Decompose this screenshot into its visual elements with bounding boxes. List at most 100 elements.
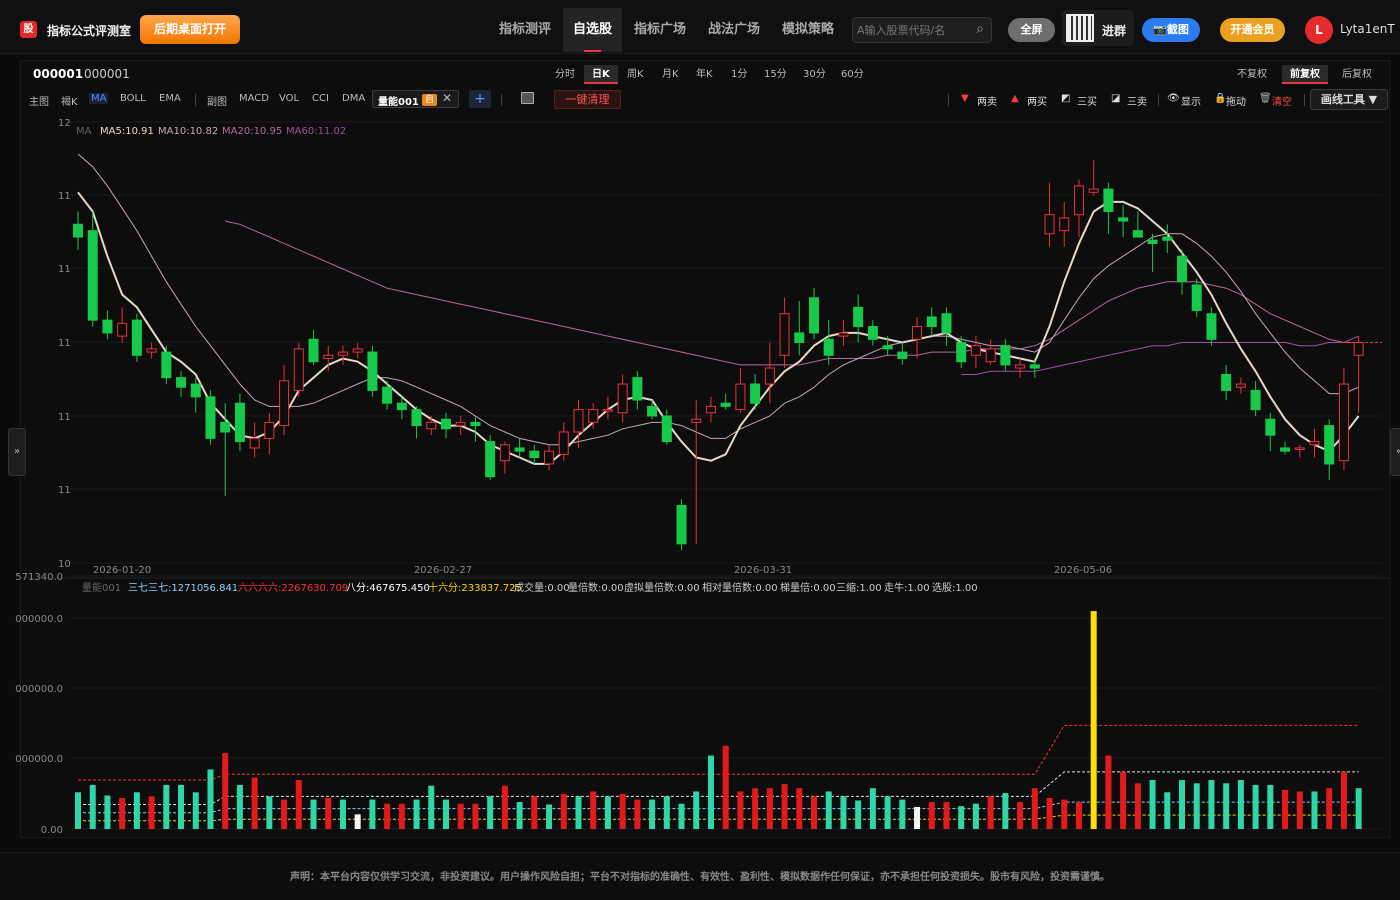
candle[interactable]: [1324, 419, 1335, 480]
candle[interactable]: [794, 300, 805, 356]
candle[interactable]: [367, 345, 378, 397]
candle[interactable]: [382, 380, 393, 410]
candle[interactable]: [1265, 412, 1276, 452]
candle[interactable]: [411, 406, 422, 439]
volume-bar[interactable]: [384, 803, 391, 829]
volume-bar[interactable]: [1090, 611, 1097, 829]
volume-bar[interactable]: [1017, 802, 1024, 829]
candle[interactable]: [764, 342, 775, 404]
volume-bar[interactable]: [251, 777, 258, 829]
candle[interactable]: [73, 211, 83, 250]
volume-bar[interactable]: [428, 785, 435, 829]
volume-bar[interactable]: [825, 791, 832, 829]
candle[interactable]: [161, 345, 172, 385]
candle[interactable]: [190, 377, 201, 413]
candle[interactable]: [1206, 307, 1217, 346]
volume-bar[interactable]: [884, 796, 891, 829]
right-panel-toggle[interactable]: «: [1390, 428, 1400, 476]
candle[interactable]: [809, 288, 819, 340]
candle[interactable]: [720, 393, 731, 410]
volume-bar[interactable]: [369, 799, 376, 829]
volume-bar[interactable]: [1164, 792, 1171, 829]
volume-bar[interactable]: [752, 788, 759, 829]
candle[interactable]: [853, 294, 864, 343]
volume-bar[interactable]: [560, 793, 567, 829]
candle[interactable]: [308, 329, 319, 365]
volume-bar[interactable]: [1208, 780, 1215, 829]
volume-bar[interactable]: [1355, 788, 1362, 829]
volume-bar[interactable]: [1311, 791, 1318, 829]
volume-bar[interactable]: [1282, 789, 1289, 829]
volume-bar[interactable]: [663, 796, 670, 829]
candle[interactable]: [750, 374, 761, 410]
candle[interactable]: [926, 307, 937, 337]
volume-bar[interactable]: [943, 802, 950, 829]
volume-bar[interactable]: [1223, 783, 1230, 829]
volume-bar[interactable]: [855, 800, 862, 829]
volume-bar[interactable]: [1193, 783, 1200, 829]
volume-bar[interactable]: [413, 799, 420, 829]
candle[interactable]: [912, 316, 923, 359]
candle[interactable]: [1015, 358, 1026, 378]
volume-bar[interactable]: [958, 806, 965, 829]
volume-bar[interactable]: [1179, 780, 1185, 829]
left-panel-toggle[interactable]: »: [8, 428, 26, 476]
candle[interactable]: [1353, 336, 1364, 413]
candle[interactable]: [617, 374, 628, 423]
volume-bar[interactable]: [781, 784, 788, 829]
volume-bar[interactable]: [75, 792, 81, 829]
volume-bar[interactable]: [1046, 797, 1053, 829]
volume-bar[interactable]: [840, 796, 847, 829]
stock-chart[interactable]: 12 11 11 11 11 11 10 2026-01-20 2026-02-27 2026-…: [0, 0, 1400, 900]
candle[interactable]: [1338, 368, 1349, 471]
volume-bar[interactable]: [207, 769, 214, 829]
candle[interactable]: [426, 416, 437, 436]
volume-bar[interactable]: [634, 799, 641, 829]
volume-bar[interactable]: [590, 791, 597, 829]
candle[interactable]: [1059, 201, 1070, 247]
volume-bar[interactable]: [104, 795, 111, 829]
volume-bar[interactable]: [178, 784, 185, 829]
candle[interactable]: [647, 400, 658, 420]
candle[interactable]: [485, 435, 496, 480]
candle[interactable]: [1118, 205, 1129, 238]
volume-bar[interactable]: [443, 799, 449, 829]
volume-bar[interactable]: [354, 814, 361, 829]
volume-bar[interactable]: [1326, 788, 1333, 829]
candle[interactable]: [102, 310, 113, 340]
volume-bar[interactable]: [1061, 799, 1068, 829]
volume-bar[interactable]: [295, 780, 302, 829]
volume-bar[interactable]: [899, 799, 906, 829]
candle[interactable]: [176, 371, 187, 397]
candle[interactable]: [279, 364, 290, 436]
volume-bar[interactable]: [737, 791, 744, 829]
volume-bar[interactable]: [707, 755, 714, 829]
volume-bar[interactable]: [1237, 780, 1244, 829]
candle[interactable]: [499, 441, 510, 474]
candle[interactable]: [1132, 211, 1143, 238]
volume-bar[interactable]: [119, 797, 126, 829]
volume-bar[interactable]: [1296, 791, 1303, 829]
volume-bar[interactable]: [501, 785, 508, 829]
volume-bar[interactable]: [869, 788, 876, 829]
volume-bar[interactable]: [1340, 771, 1347, 829]
volume-bar[interactable]: [325, 797, 332, 829]
candle[interactable]: [970, 336, 981, 369]
volume-bar[interactable]: [516, 802, 523, 829]
candle[interactable]: [897, 342, 908, 365]
volume-bar[interactable]: [222, 753, 229, 829]
candle[interactable]: [1177, 249, 1187, 295]
volume-bar[interactable]: [575, 796, 582, 829]
volume-bar[interactable]: [398, 803, 405, 829]
candle[interactable]: [1000, 339, 1011, 372]
volume-bar[interactable]: [281, 799, 288, 829]
volume-bar[interactable]: [531, 796, 538, 829]
volume-bar[interactable]: [1120, 771, 1127, 829]
candle[interactable]: [1294, 444, 1305, 458]
candle[interactable]: [249, 422, 260, 458]
candle[interactable]: [529, 444, 540, 464]
volume-bar[interactable]: [1105, 755, 1112, 829]
candle[interactable]: [234, 393, 245, 452]
candle[interactable]: [87, 211, 98, 327]
candle[interactable]: [779, 297, 790, 369]
